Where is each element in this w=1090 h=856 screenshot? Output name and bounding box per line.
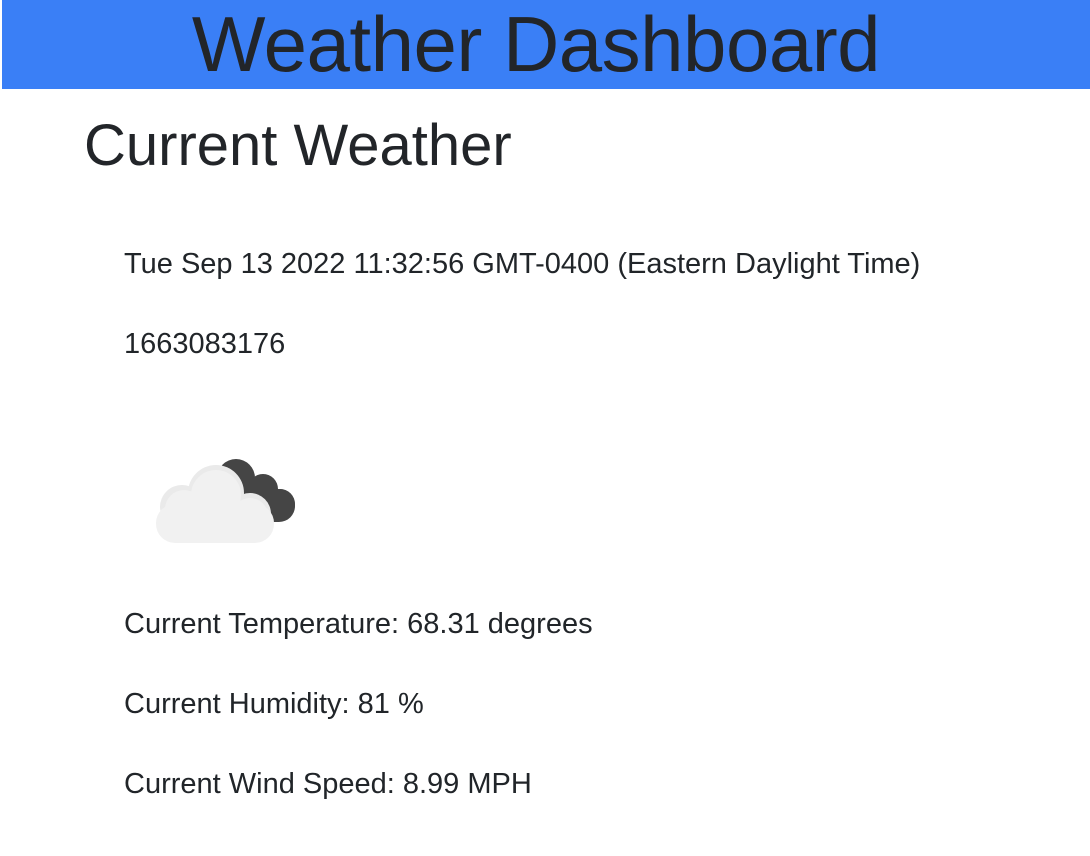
current-weather-heading: Current Weather (84, 113, 512, 178)
broken-clouds-icon (156, 459, 295, 543)
unix-timestamp: 1663083176 (124, 328, 286, 360)
current-wind-speed: Current Wind Speed: 8.99 MPH (124, 768, 532, 800)
current-temperature: Current Temperature: 68.31 degrees (124, 608, 593, 640)
current-humidity: Current Humidity: 81 % (124, 688, 424, 720)
page-title: Weather Dashboard (191, 0, 881, 88)
page-header: Weather Dashboard (2, 0, 1090, 89)
current-date: Tue Sep 13 2022 11:32:56 GMT-0400 (Easte… (124, 248, 921, 280)
